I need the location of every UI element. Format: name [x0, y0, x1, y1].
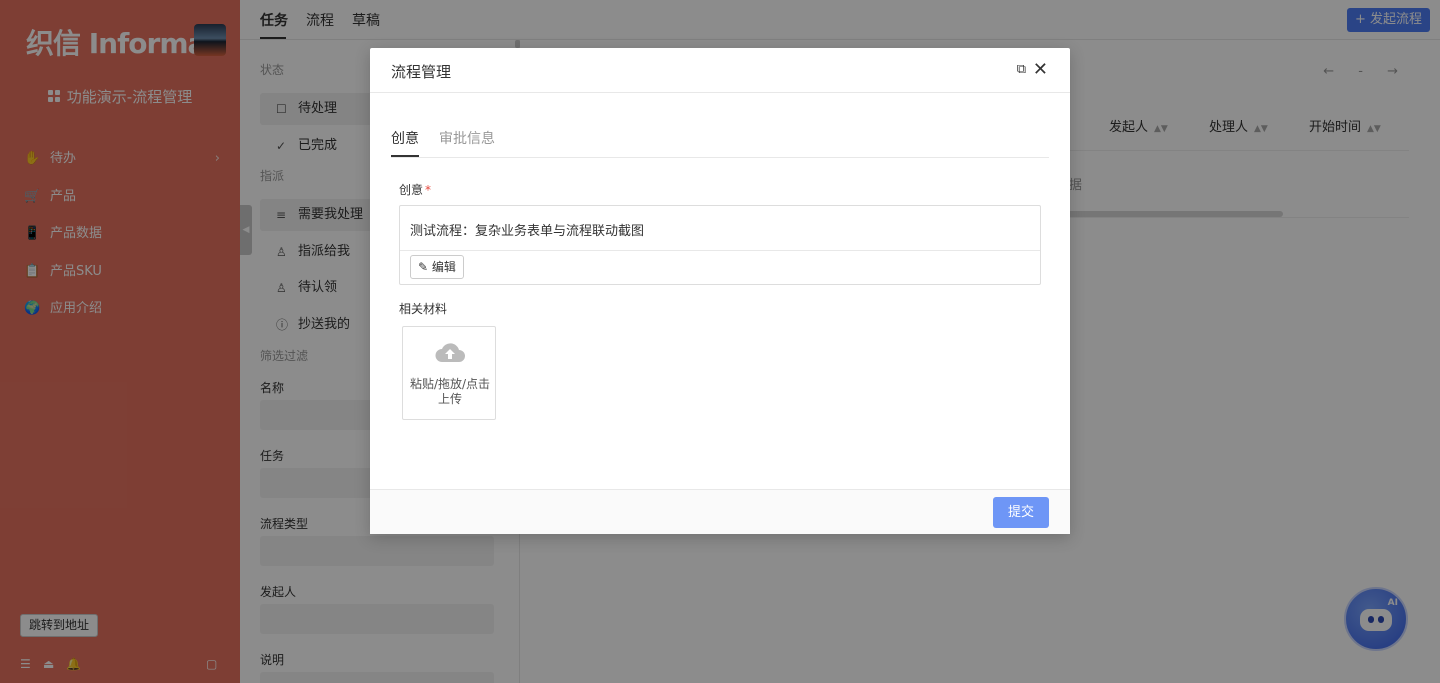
- active-tab-indicator: [391, 155, 419, 157]
- modal-footer: 提交: [370, 489, 1070, 534]
- process-modal: 流程管理 ⧉ ✕ 创意 审批信息 创意 * 测试流程：复杂业务表单与流程联动截图 …: [370, 48, 1070, 534]
- tab-idea[interactable]: 创意: [391, 128, 419, 148]
- idea-field-value: 测试流程：复杂业务表单与流程联动截图: [410, 224, 645, 239]
- required-mark: *: [425, 183, 432, 197]
- idea-editor[interactable]: 测试流程：复杂业务表单与流程联动截图 ✎ 编辑: [399, 205, 1041, 285]
- tab-approval-info[interactable]: 审批信息: [439, 128, 495, 148]
- cloud-upload-icon: [435, 343, 465, 362]
- modal-title: 流程管理: [391, 63, 452, 81]
- pencil-icon: ✎: [418, 260, 429, 274]
- modal-header: 流程管理 ⧉ ✕: [370, 48, 1070, 93]
- idea-field-label: 创意 *: [399, 183, 432, 197]
- close-icon[interactable]: ✕: [1033, 59, 1048, 80]
- edit-button[interactable]: ✎ 编辑: [410, 255, 464, 279]
- upload-area[interactable]: 粘贴/拖放/点击上传: [402, 326, 496, 420]
- submit-button[interactable]: 提交: [993, 497, 1049, 528]
- editor-divider: [400, 250, 1040, 251]
- modal-tabs: 创意 审批信息: [391, 128, 1049, 158]
- upload-hint: 粘贴/拖放/点击上传: [409, 377, 491, 406]
- open-external-icon[interactable]: ⧉: [1017, 62, 1026, 77]
- materials-label: 相关材料: [399, 302, 448, 316]
